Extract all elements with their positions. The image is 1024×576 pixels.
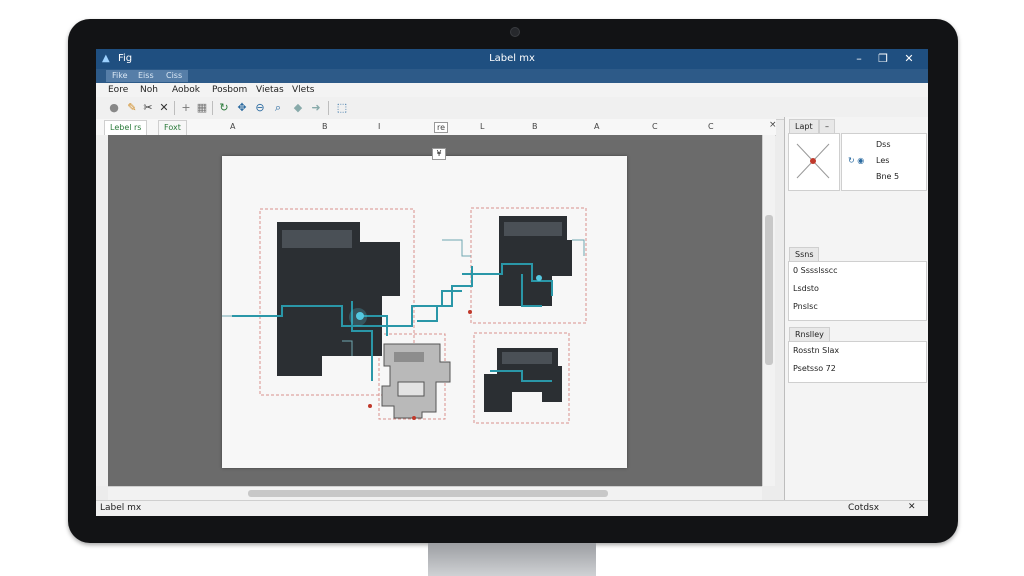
maximize-button[interactable]: ❐ bbox=[872, 51, 894, 67]
panel-tab-more[interactable]: – bbox=[819, 119, 835, 134]
layout-entry-rotate-icon[interactable]: ↻ ◉ bbox=[848, 156, 864, 165]
menu-item-views[interactable]: Vietas bbox=[256, 85, 284, 95]
layout-preview[interactable] bbox=[788, 133, 840, 191]
tab-text[interactable]: Foxt bbox=[158, 120, 187, 135]
glow-node-halo bbox=[349, 308, 367, 326]
menu-item-position[interactable]: Posbom bbox=[212, 85, 247, 95]
menu-item-home[interactable]: Eore bbox=[108, 85, 128, 95]
status-close-icon[interactable]: ✕ bbox=[908, 502, 916, 512]
panel-tab-steps[interactable]: Ssns bbox=[789, 247, 820, 262]
steps-item[interactable]: Pnslsc bbox=[793, 302, 818, 311]
gray-component-detail bbox=[394, 352, 424, 362]
vertical-scroll-thumb[interactable] bbox=[765, 215, 773, 365]
layout-options: Dss ↻ ◉ Les Bne 5 bbox=[841, 133, 927, 191]
cut-icon[interactable]: ✂ bbox=[140, 100, 156, 116]
label-page[interactable] bbox=[192, 156, 627, 468]
app-window: ▲ Fig Label mx – ❐ ✕ Fike Eiss Ciss Eore… bbox=[96, 49, 928, 516]
layout-entry[interactable]: Dss bbox=[876, 140, 891, 149]
ruler-marker[interactable]: re bbox=[434, 122, 449, 133]
minimize-button[interactable]: – bbox=[848, 51, 870, 67]
menu-bar: Eore Noh Aobok Posbom Vietas Vlets bbox=[96, 83, 928, 98]
layout-preview-art bbox=[796, 143, 830, 179]
open-icon[interactable]: ✎ bbox=[124, 100, 140, 116]
ruler-close-button[interactable]: × bbox=[769, 120, 777, 130]
right-panel: Lapt – Dss ↻ ◉ Les Bne 5 Ssns 0 Sssslssc… bbox=[784, 117, 928, 502]
reading-item[interactable]: Psetsso 72 bbox=[793, 364, 836, 373]
ruler-label: A bbox=[230, 122, 236, 131]
menu-item-object[interactable]: Aobok bbox=[172, 85, 200, 95]
menu-item-view[interactable]: Vlets bbox=[292, 85, 314, 95]
ruler-label: C bbox=[708, 122, 714, 131]
status-bar: Label mx Cotdsx ✕ bbox=[96, 500, 928, 516]
toolbar-separator bbox=[212, 101, 213, 115]
toolbar-separator bbox=[328, 101, 329, 115]
status-left: Label mx bbox=[100, 503, 142, 513]
horizontal-scrollbar[interactable] bbox=[108, 486, 762, 501]
page-artwork bbox=[192, 207, 587, 424]
steps-item[interactable]: 0 Sssslsscc bbox=[793, 266, 838, 275]
window-title: Label mx bbox=[489, 53, 535, 64]
layout-entry[interactable]: Les bbox=[876, 156, 889, 165]
steps-list: 0 Sssslsscc Lsdsto Pnslsc bbox=[788, 261, 927, 321]
vertical-scrollbar[interactable] bbox=[762, 135, 775, 486]
menu-tab-edit[interactable]: Eiss bbox=[132, 70, 160, 82]
menu-tab-file[interactable]: Fike bbox=[106, 70, 134, 82]
forward-icon[interactable]: ➜ bbox=[308, 100, 324, 116]
menu-tab-view[interactable]: Ciss bbox=[160, 70, 189, 82]
marker-dot bbox=[468, 310, 472, 314]
zoom-icon[interactable]: ⌕ bbox=[270, 100, 286, 116]
horizontal-scroll-thumb[interactable] bbox=[248, 490, 608, 497]
horizontal-ruler: A B I re L B A C C bbox=[224, 121, 764, 133]
marker-dot bbox=[412, 416, 416, 420]
tab-label[interactable]: Lebel rs bbox=[104, 120, 148, 135]
move-icon[interactable]: ✥ bbox=[234, 100, 250, 116]
gray-component-detail bbox=[397, 381, 425, 397]
close-window-button[interactable]: ✕ bbox=[898, 51, 920, 67]
glow-node bbox=[536, 275, 542, 281]
dark-block-highlight bbox=[502, 352, 552, 364]
toolbar-separator bbox=[174, 101, 175, 115]
close-icon[interactable]: ✕ bbox=[156, 100, 172, 116]
webcam bbox=[510, 27, 520, 37]
ruler-label: B bbox=[322, 122, 328, 131]
layout-entry[interactable]: Bne 5 bbox=[876, 172, 899, 181]
back-icon[interactable]: ◆ bbox=[290, 100, 306, 116]
marker-dot bbox=[368, 404, 372, 408]
grid-icon[interactable]: ▦ bbox=[194, 100, 210, 116]
monitor-stand bbox=[428, 543, 596, 576]
new-icon[interactable]: ● bbox=[106, 100, 122, 116]
page-anchor-marker[interactable]: ¥ bbox=[432, 148, 446, 160]
select-icon[interactable]: ⬚ bbox=[334, 100, 350, 116]
dark-block-highlight bbox=[504, 222, 562, 236]
zoom-out-icon[interactable]: ⊖ bbox=[252, 100, 268, 116]
ruler-label: A bbox=[594, 122, 600, 131]
steps-item[interactable]: Lsdsto bbox=[793, 284, 819, 293]
menu-item-noh[interactable]: Noh bbox=[140, 85, 158, 95]
ruler-label: B bbox=[532, 122, 538, 131]
panel-tab-layout[interactable]: Lapt bbox=[789, 119, 819, 134]
dark-block-highlight bbox=[282, 230, 352, 248]
status-right: Cotdsx bbox=[848, 503, 880, 513]
panel-tab-reading[interactable]: Rnslley bbox=[789, 327, 830, 342]
rotate-icon[interactable]: ↻ bbox=[216, 100, 232, 116]
title-bar: ▲ Fig Label mx – ❐ ✕ bbox=[96, 49, 928, 69]
ruler-label: C bbox=[652, 122, 658, 131]
reading-item[interactable]: Rosstn Slax bbox=[793, 346, 839, 355]
ruler-label: I bbox=[378, 122, 381, 131]
reading-list: Rosstn Slax Psetsso 72 bbox=[788, 341, 927, 383]
ruler-label: L bbox=[480, 122, 485, 131]
plus-icon[interactable]: + bbox=[178, 100, 194, 116]
menu-tabs: Fike Eiss Ciss bbox=[96, 69, 928, 83]
